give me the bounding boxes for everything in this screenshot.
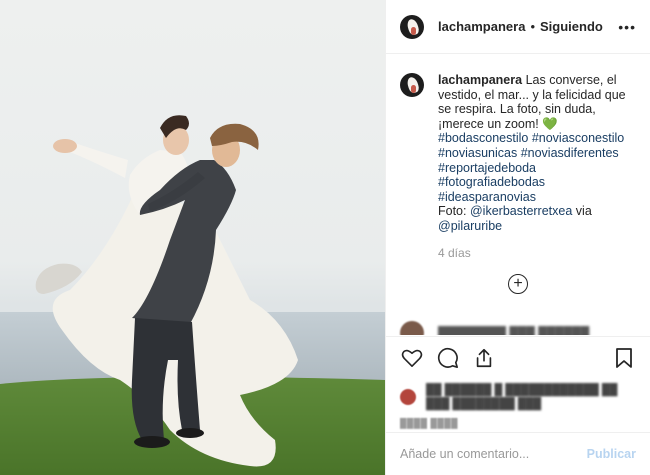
- liker-avatar[interactable]: [400, 389, 416, 405]
- caption-username[interactable]: lachampanera: [438, 73, 522, 87]
- comments-area[interactable]: lachampanera Las converse, el vestido, e…: [386, 55, 650, 335]
- follow-status-button[interactable]: Siguiendo: [540, 19, 603, 34]
- credit-via: via: [575, 204, 592, 219]
- post-actions: ██ ██████ █ ████████████ ██ ███ ████████ …: [386, 336, 650, 428]
- comment-input[interactable]: [400, 447, 587, 461]
- caption-text: lachampanera Las converse, el vestido, e…: [438, 73, 636, 260]
- hashtag-line[interactable]: #reportajedeboda: [438, 161, 636, 176]
- comment-composer: Publicar: [386, 432, 650, 475]
- caption-avatar[interactable]: [400, 73, 424, 97]
- likes-summary[interactable]: ██ ██████ █ ████████████ ██ ███ ████████ …: [400, 383, 636, 411]
- bookmark-icon[interactable]: [612, 346, 636, 370]
- post-timestamp-blurred: ████ ████: [400, 418, 459, 428]
- caption: lachampanera Las converse, el vestido, e…: [386, 55, 650, 260]
- hashtag-line[interactable]: #bodasconestilo #noviasconestilo: [438, 131, 636, 146]
- separator-dot: •: [530, 19, 535, 34]
- load-more-comments-button[interactable]: +: [508, 274, 528, 294]
- hashtag-line[interactable]: #ideasparanovias: [438, 190, 636, 205]
- comment-avatar[interactable]: [400, 321, 424, 335]
- hashtag-line[interactable]: #fotografiadebodas: [438, 175, 636, 190]
- post-photo[interactable]: [0, 0, 385, 475]
- publish-button[interactable]: Publicar: [587, 447, 636, 461]
- post-header: lachampanera • Siguiendo •••: [386, 0, 650, 54]
- author-username[interactable]: lachampanera: [438, 19, 525, 34]
- wedding-photo-illustration: [0, 115, 385, 475]
- share-icon[interactable]: [472, 346, 496, 370]
- comment-item: ████████ ███ ██████: [400, 321, 589, 335]
- likes-blurred-text: ██ ██████ █ ████████████ ██ ███ ████████ …: [426, 384, 618, 410]
- post-side-panel: lachampanera • Siguiendo ••• lachampaner…: [385, 0, 650, 475]
- comment-blurred-text: ████████ ███ ██████: [438, 326, 590, 335]
- action-icons: [400, 345, 636, 371]
- avatar[interactable]: [400, 14, 424, 39]
- hashtag-line[interactable]: #noviasunicas #noviasdiferentes: [438, 146, 636, 161]
- heart-icon[interactable]: [400, 346, 424, 370]
- credit-mention[interactable]: @ikerbasterretxea: [470, 204, 572, 218]
- credit-mention-2[interactable]: @pilaruribe: [438, 219, 636, 234]
- post-age[interactable]: 4 días: [438, 246, 636, 261]
- comment-icon[interactable]: [436, 346, 460, 370]
- more-options-icon[interactable]: •••: [618, 19, 636, 35]
- photo-credit-label: Foto:: [438, 204, 467, 219]
